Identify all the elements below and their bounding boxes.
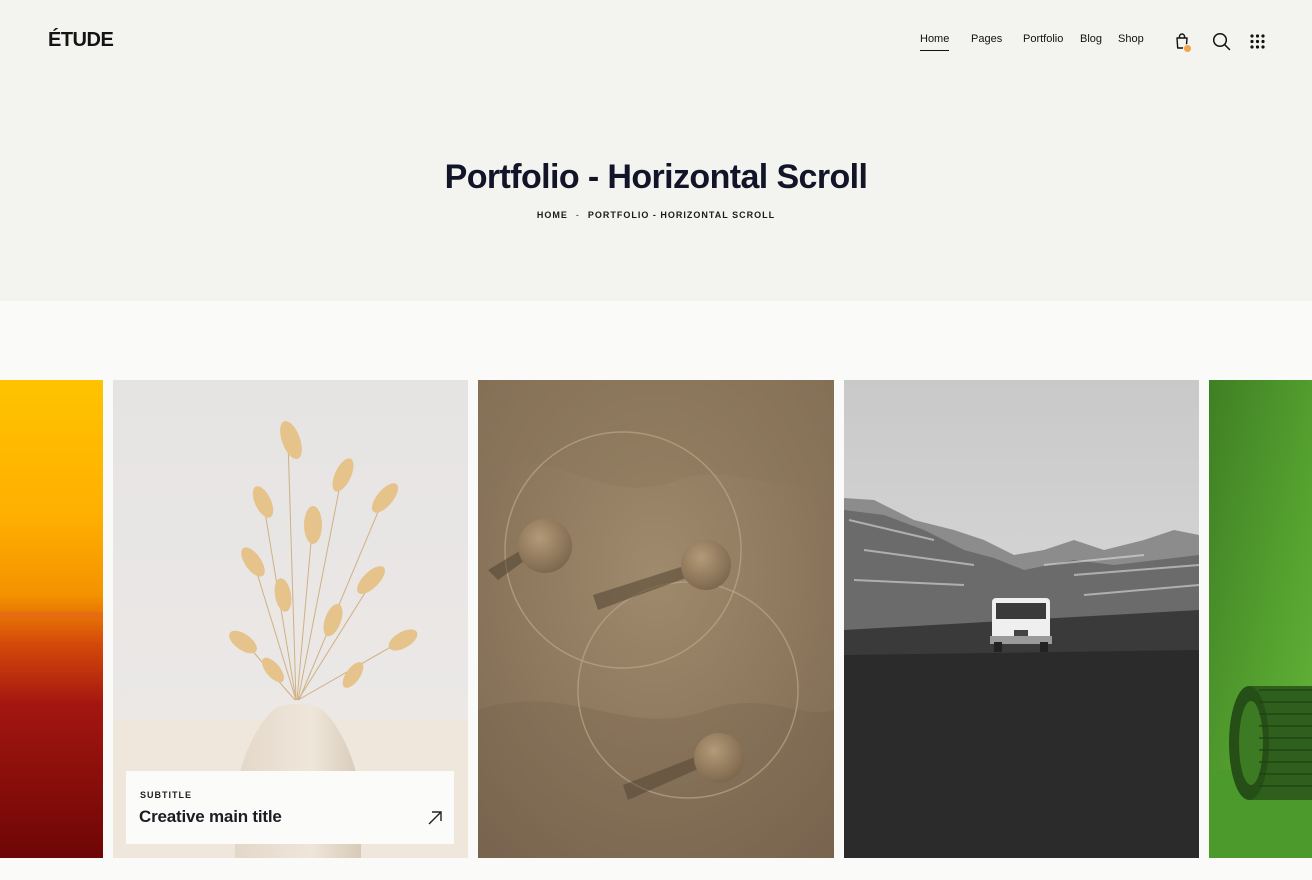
search-icon[interactable] [1212, 32, 1231, 51]
nav-item-pages[interactable]: Pages [971, 33, 1002, 45]
nav-item-shop[interactable]: Shop [1118, 33, 1144, 45]
page-title: Portfolio - Horizontal Scroll [444, 158, 868, 196]
arrow-up-right-icon[interactable] [427, 810, 443, 826]
grid-menu-icon[interactable] [1250, 34, 1265, 49]
green-object-image [1209, 380, 1312, 858]
portfolio-item-orange-abstract[interactable] [0, 380, 103, 858]
main-nav: Home Pages Portfolio Blog Shop [0, 33, 1312, 53]
van-mountains-image [844, 380, 1199, 858]
orange-abstract-image [0, 380, 103, 858]
breadcrumb-home[interactable]: HOME [537, 210, 568, 220]
card-title: Creative main title [139, 807, 282, 826]
nav-item-home[interactable]: Home [920, 33, 950, 51]
breadcrumb-separator: - [575, 210, 580, 220]
portfolio-item-card[interactable]: SUBTITLE Creative main title [126, 771, 454, 844]
breadcrumb: HOME - PORTFOLIO - HORIZONTAL SCROLL [0, 210, 1312, 220]
portfolio-item-van[interactable] [844, 380, 1199, 858]
portfolio-item-green-object[interactable] [1209, 380, 1312, 858]
portfolio-item-sand[interactable] [478, 380, 834, 858]
sand-spheres-image [478, 380, 834, 858]
cart-count-badge [1183, 44, 1192, 53]
nav-item-blog[interactable]: Blog [1080, 33, 1102, 45]
breadcrumb-current: PORTFOLIO - HORIZONTAL SCROLL [587, 210, 776, 220]
nav-item-portfolio[interactable]: Portfolio [1023, 33, 1063, 45]
card-subtitle: SUBTITLE [140, 790, 192, 800]
